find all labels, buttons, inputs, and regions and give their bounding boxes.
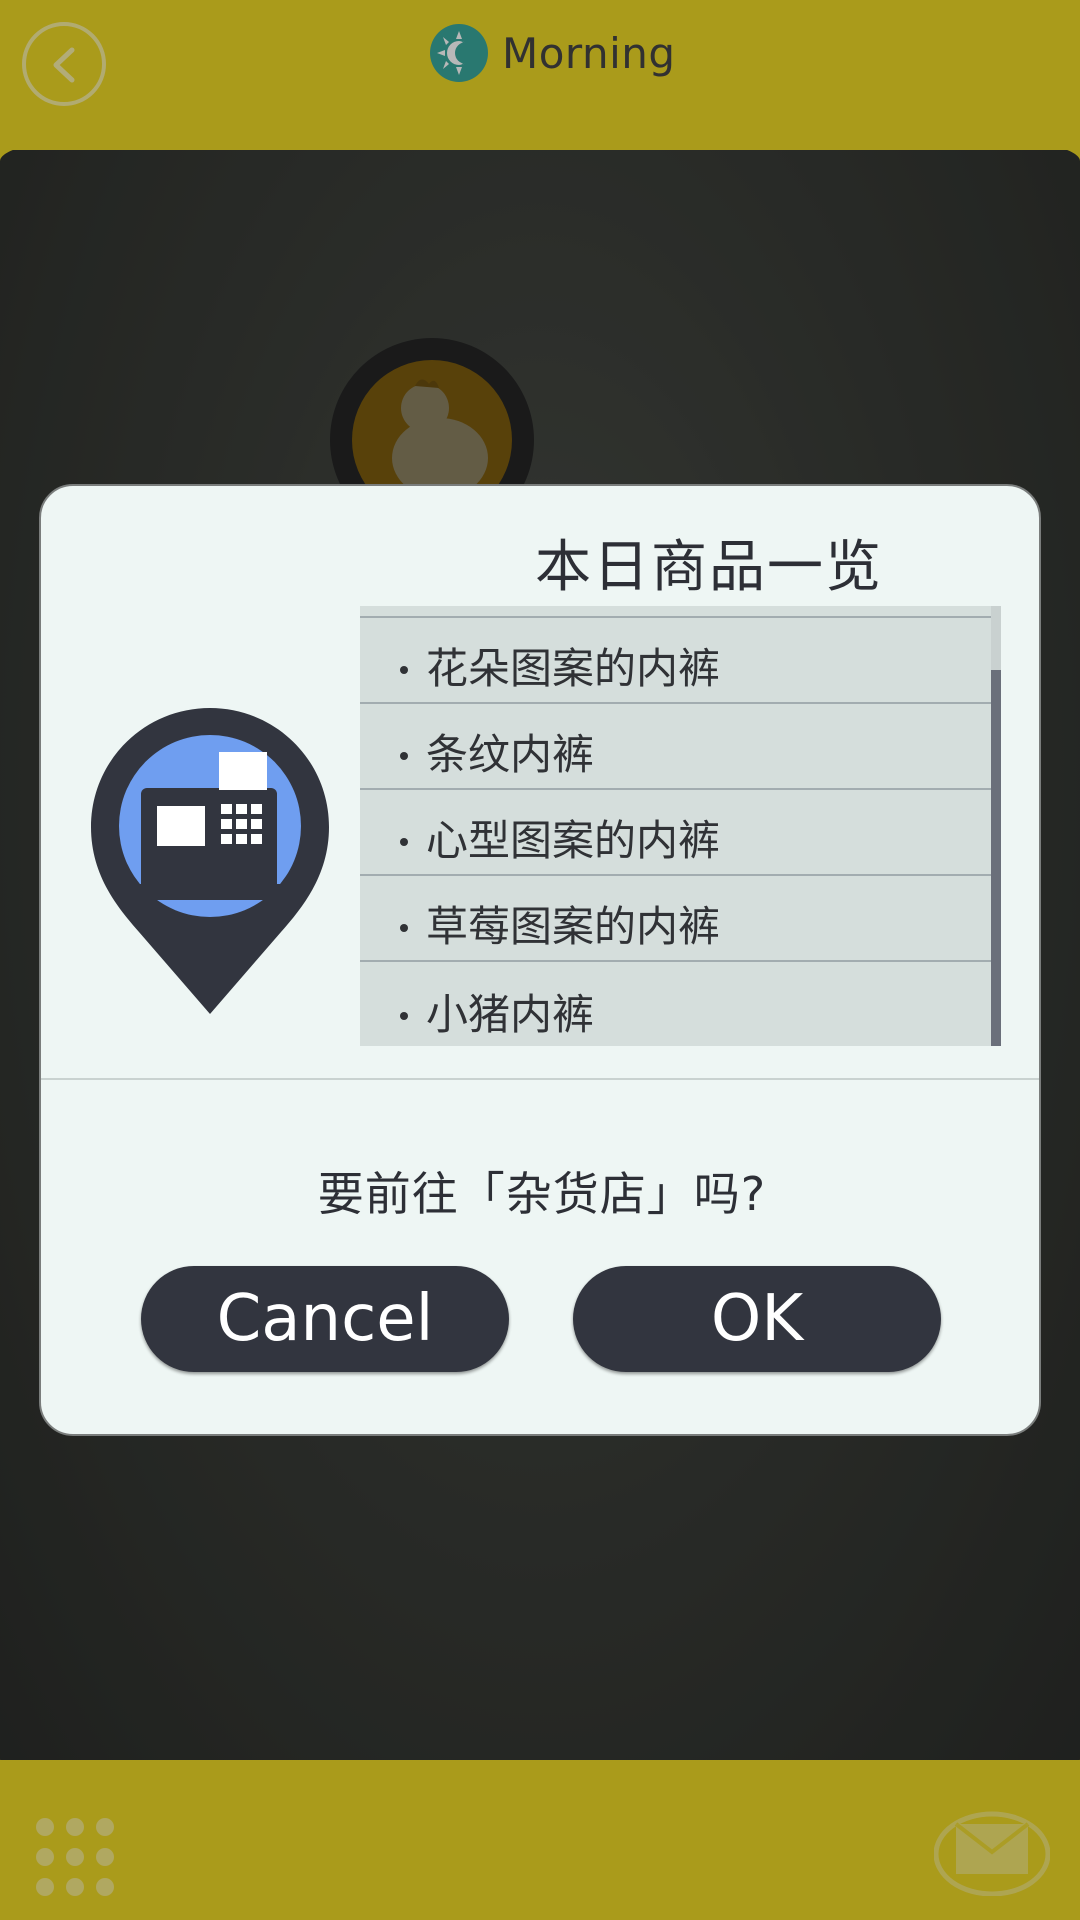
ok-button[interactable]: OK (573, 1266, 941, 1372)
goods-list-scrollbar[interactable] (991, 606, 1001, 1046)
list-item: 花朵图案的内裤 (360, 618, 992, 704)
list-item: 条纹内裤 (360, 704, 992, 790)
shop-dialog: 本日商品一览 花朵图案的内裤 条纹内裤 心型图案的内裤 草莓图案的内裤 小猪内裤… (39, 484, 1041, 1436)
scrollbar-thumb[interactable] (991, 670, 1001, 1046)
goods-list[interactable]: 花朵图案的内裤 条纹内裤 心型图案的内裤 草莓图案的内裤 小猪内裤 (360, 606, 992, 1046)
confirm-question: 要前往「杂货店」吗? (317, 1167, 767, 1221)
list-item-partial (360, 606, 992, 618)
divider (41, 1078, 1039, 1080)
list-item: 心型图案的内裤 (360, 790, 992, 876)
list-item: 小猪内裤 (360, 962, 992, 1046)
list-item: 草莓图案的内裤 (360, 876, 992, 962)
dialog-title: 本日商品一览 (535, 535, 883, 600)
cancel-button[interactable]: Cancel (141, 1266, 509, 1372)
cash-register-pin-icon (91, 708, 329, 1018)
